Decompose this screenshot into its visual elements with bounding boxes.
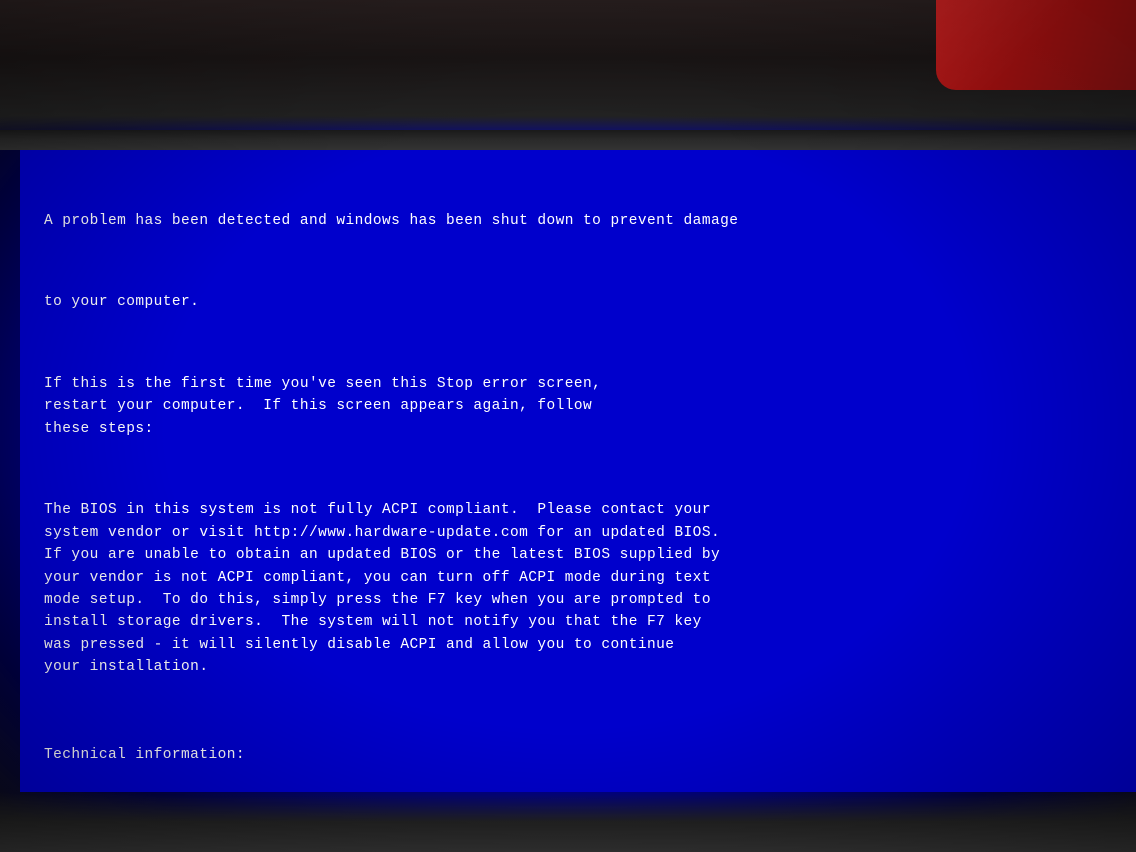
laptop-bezel	[0, 130, 1136, 150]
header-line2: to your computer.	[44, 291, 1112, 313]
red-object	[936, 0, 1136, 90]
paragraph1: If this is the first time you've seen th…	[44, 373, 1112, 440]
bsod-content: A problem has been detected and windows …	[44, 165, 1112, 792]
technical-label: Technical information:	[44, 744, 1112, 766]
bottom-dark-region	[0, 792, 1136, 852]
header-line1: A problem has been detected and windows …	[44, 210, 1112, 232]
bsod-screen: A problem has been detected and windows …	[20, 145, 1136, 792]
paragraph2: The BIOS in this system is not fully ACP…	[44, 499, 1112, 679]
photo-frame: A problem has been detected and windows …	[0, 0, 1136, 852]
